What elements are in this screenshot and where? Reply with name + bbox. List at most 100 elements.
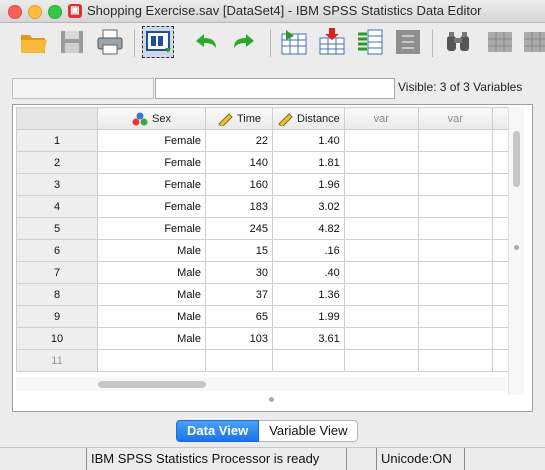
cell-empty[interactable] bbox=[343, 151, 419, 174]
cell-empty[interactable] bbox=[343, 327, 419, 350]
run-descriptives-icon[interactable] bbox=[392, 26, 424, 58]
cell-empty[interactable] bbox=[417, 129, 493, 152]
cell-time[interactable]: 65 bbox=[205, 305, 273, 328]
cell-sex[interactable]: Female bbox=[97, 151, 206, 174]
cell-time[interactable]: 183 bbox=[205, 195, 273, 218]
cell-empty[interactable] bbox=[343, 217, 419, 240]
cell-empty[interactable] bbox=[343, 129, 419, 152]
row-number[interactable]: 4 bbox=[16, 195, 98, 218]
open-icon[interactable] bbox=[18, 26, 50, 58]
cell-name-field[interactable] bbox=[12, 78, 154, 99]
minimize-window-button[interactable] bbox=[28, 5, 42, 19]
cell-distance[interactable]: 1.99 bbox=[272, 305, 345, 328]
tab-data-view[interactable]: Data View bbox=[176, 420, 260, 442]
cell-value-field[interactable] bbox=[155, 78, 395, 99]
cell-empty[interactable] bbox=[417, 283, 493, 306]
cell-sex[interactable]: Male bbox=[97, 305, 206, 328]
row-number[interactable]: 3 bbox=[16, 173, 98, 196]
cell-sex[interactable]: Male bbox=[97, 239, 206, 262]
row-number[interactable]: 7 bbox=[16, 261, 98, 284]
cell-time[interactable]: 15 bbox=[205, 239, 273, 262]
column-header-time[interactable]: Time bbox=[205, 107, 273, 130]
grid-corner[interactable] bbox=[16, 107, 98, 130]
horizontal-split-handle[interactable] bbox=[269, 397, 274, 402]
cell-time[interactable]: 140 bbox=[205, 151, 273, 174]
cell-distance[interactable]: 1.96 bbox=[272, 173, 345, 196]
variables-icon[interactable] bbox=[354, 26, 386, 58]
cell-distance[interactable]: 1.36 bbox=[272, 283, 345, 306]
cell-sex[interactable]: Male bbox=[97, 283, 206, 306]
redo-icon[interactable] bbox=[228, 26, 260, 58]
column-header-distance[interactable]: Distance bbox=[272, 107, 345, 130]
goto-variable-icon[interactable] bbox=[316, 26, 348, 58]
maximize-window-button[interactable] bbox=[48, 5, 62, 19]
column-header-sex[interactable]: Sex bbox=[97, 107, 206, 130]
cell-distance[interactable]: 4.82 bbox=[272, 217, 345, 240]
cell-empty[interactable] bbox=[343, 283, 419, 306]
nominal-measure-icon bbox=[132, 112, 148, 125]
row-number[interactable]: 1 bbox=[16, 129, 98, 152]
cell-distance[interactable]: .16 bbox=[272, 239, 345, 262]
row-number[interactable]: 5 bbox=[16, 217, 98, 240]
cell-empty[interactable] bbox=[343, 195, 419, 218]
cell-sex[interactable]: Male bbox=[97, 327, 206, 350]
cell-sex[interactable]: Female bbox=[97, 217, 206, 240]
column-header-var[interactable]: var bbox=[343, 107, 419, 130]
cell-time[interactable]: 245 bbox=[205, 217, 273, 240]
cell-distance[interactable]: 1.40 bbox=[272, 129, 345, 152]
cell-sex[interactable]: Female bbox=[97, 173, 206, 196]
cell-sex[interactable]: Female bbox=[97, 195, 206, 218]
cell-empty[interactable] bbox=[417, 151, 493, 174]
goto-case-icon[interactable] bbox=[278, 26, 310, 58]
cell-distance[interactable]: 3.02 bbox=[272, 195, 345, 218]
row-number[interactable]: 8 bbox=[16, 283, 98, 306]
cell-time[interactable]: 30 bbox=[205, 261, 273, 284]
insert-cases-icon[interactable] bbox=[484, 26, 516, 58]
cell-empty[interactable] bbox=[417, 195, 493, 218]
row-number[interactable]: 10 bbox=[16, 327, 98, 350]
row-number[interactable]: 2 bbox=[16, 151, 98, 174]
cell-distance[interactable]: .40 bbox=[272, 261, 345, 284]
cell-empty[interactable] bbox=[343, 349, 419, 372]
vertical-split-handle[interactable] bbox=[514, 245, 519, 250]
cell-empty[interactable] bbox=[343, 239, 419, 262]
cell-sex[interactable]: Male bbox=[97, 261, 206, 284]
horizontal-scroll-thumb[interactable] bbox=[98, 381, 206, 388]
more-tools-icon[interactable] bbox=[520, 26, 545, 58]
cell-time[interactable] bbox=[205, 349, 273, 372]
cell-empty[interactable] bbox=[417, 173, 493, 196]
cell-empty[interactable] bbox=[417, 349, 493, 372]
cell-time[interactable]: 37 bbox=[205, 283, 273, 306]
cell-time[interactable]: 160 bbox=[205, 173, 273, 196]
cell-empty[interactable] bbox=[343, 173, 419, 196]
cell-time[interactable]: 103 bbox=[205, 327, 273, 350]
cell-distance[interactable]: 3.61 bbox=[272, 327, 345, 350]
cell-empty[interactable] bbox=[343, 261, 419, 284]
cell-sex[interactable]: Female bbox=[97, 129, 206, 152]
scale-measure-icon bbox=[218, 112, 233, 126]
horizontal-scrollbar[interactable] bbox=[16, 377, 506, 391]
print-icon[interactable] bbox=[94, 26, 126, 58]
row-number[interactable]: 11 bbox=[16, 349, 98, 372]
cell-empty[interactable] bbox=[417, 327, 493, 350]
cell-sex[interactable] bbox=[97, 349, 206, 372]
vertical-scroll-thumb[interactable] bbox=[513, 131, 520, 187]
cell-empty[interactable] bbox=[417, 239, 493, 262]
close-window-button[interactable] bbox=[8, 5, 22, 19]
find-icon[interactable] bbox=[442, 26, 474, 58]
column-header-var[interactable]: var bbox=[417, 107, 493, 130]
undo-icon[interactable] bbox=[190, 26, 222, 58]
cell-distance[interactable] bbox=[272, 349, 345, 372]
cell-empty[interactable] bbox=[417, 217, 493, 240]
tab-variable-view[interactable]: Variable View bbox=[259, 420, 359, 442]
cell-distance[interactable]: 1.81 bbox=[272, 151, 345, 174]
cell-empty[interactable] bbox=[417, 305, 493, 328]
vertical-scrollbar[interactable] bbox=[508, 107, 524, 395]
row-number[interactable]: 9 bbox=[16, 305, 98, 328]
recall-dialog-icon[interactable] bbox=[142, 26, 174, 58]
row-number[interactable]: 6 bbox=[16, 239, 98, 262]
cell-time[interactable]: 22 bbox=[205, 129, 273, 152]
save-icon[interactable] bbox=[56, 26, 88, 58]
cell-empty[interactable] bbox=[343, 305, 419, 328]
cell-empty[interactable] bbox=[417, 261, 493, 284]
